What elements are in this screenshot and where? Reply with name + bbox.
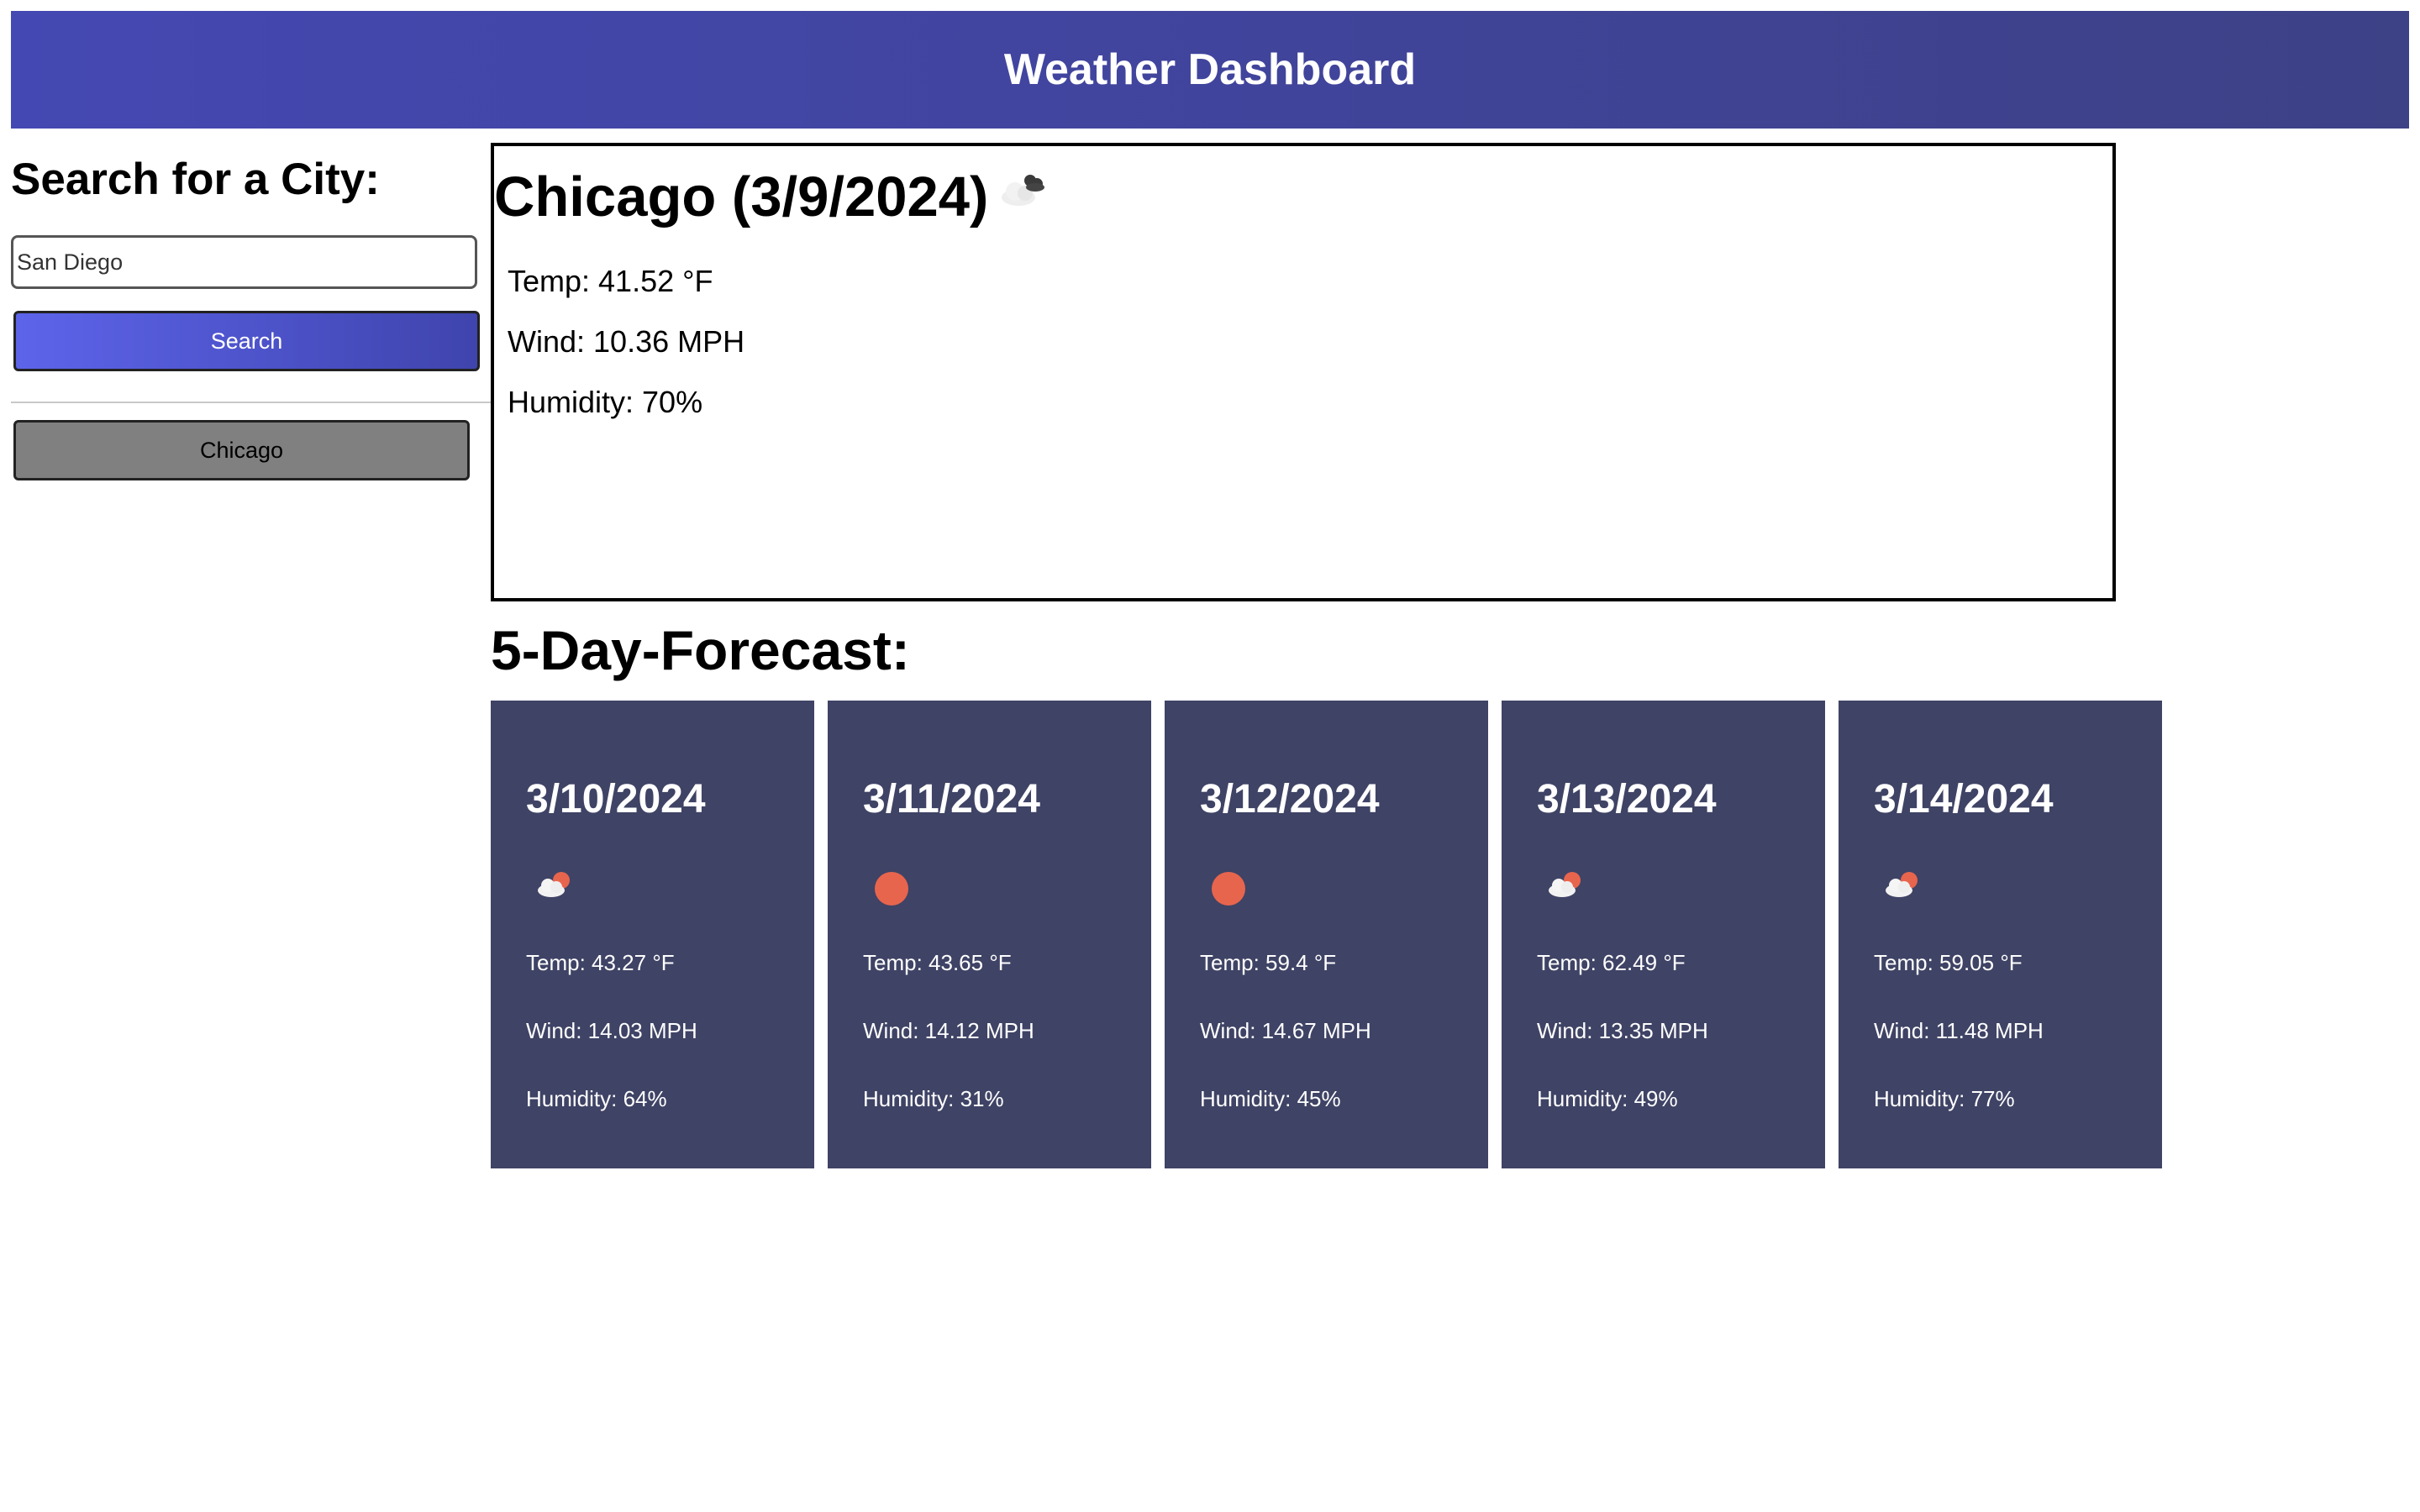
forecast-temp: Temp: 62.49 °F	[1537, 950, 1686, 975]
forecast-wind: Wind: 14.67 MPH	[1200, 1018, 1371, 1043]
forecast-temp: Temp: 43.65 °F	[863, 950, 1012, 975]
forecast-card: 3/13/2024 Temp: 62.49 °F Wind: 13.35 MPH…	[1502, 701, 1825, 1168]
search-button[interactable]: Search	[13, 311, 480, 371]
page-header: Weather Dashboard	[11, 11, 2409, 129]
search-heading: Search for a City:	[11, 155, 380, 204]
few-clouds-icon	[1882, 869, 1923, 906]
forecast-wind: Wind: 11.48 MPH	[1874, 1018, 2044, 1043]
forecast-card: 3/11/2024 Temp: 43.65 °F Wind: 14.12 MPH…	[828, 701, 1151, 1168]
broken-clouds-icon	[997, 158, 1050, 223]
current-weather-panel: Chicago (3/9/2024) Temp: 41.52 °F Wind: …	[491, 143, 2116, 601]
forecast-humidity: Humidity: 64%	[526, 1086, 667, 1111]
forecast-humidity: Humidity: 45%	[1200, 1086, 1341, 1111]
forecast-card: 3/12/2024 Temp: 59.4 °F Wind: 14.67 MPH …	[1165, 701, 1488, 1168]
forecast-temp: Temp: 59.4 °F	[1200, 950, 1337, 975]
forecast-date: 3/14/2024	[1874, 777, 2054, 822]
current-weather-title-row: Chicago (3/9/2024)	[494, 165, 1050, 229]
divider	[11, 402, 494, 403]
few-clouds-icon	[534, 869, 575, 906]
few-clouds-icon	[1545, 869, 1586, 906]
forecast-wind: Wind: 14.12 MPH	[863, 1018, 1034, 1043]
forecast-date: 3/12/2024	[1200, 777, 1380, 822]
clear-sky-icon	[1208, 869, 1249, 913]
current-wind: Wind: 10.36 MPH	[508, 324, 745, 359]
current-temp: Temp: 41.52 °F	[508, 264, 713, 298]
forecast-date: 3/11/2024	[863, 777, 1040, 822]
forecast-temp: Temp: 43.27 °F	[526, 950, 675, 975]
forecast-wind: Wind: 14.03 MPH	[526, 1018, 697, 1043]
forecast-heading: 5-Day-Forecast:	[491, 619, 910, 681]
forecast-humidity: Humidity: 49%	[1537, 1086, 1678, 1111]
current-city-title: Chicago (3/9/2024)	[494, 165, 989, 228]
clear-sky-icon	[871, 869, 912, 913]
forecast-card: 3/10/2024 Temp: 43.27 °F Wind: 14.03 MPH…	[491, 701, 814, 1168]
forecast-humidity: Humidity: 77%	[1874, 1086, 2015, 1111]
forecast-date: 3/13/2024	[1537, 777, 1717, 822]
page-title: Weather Dashboard	[1003, 45, 1417, 94]
forecast-temp: Temp: 59.05 °F	[1874, 950, 2023, 975]
forecast-wind: Wind: 13.35 MPH	[1537, 1018, 1708, 1043]
forecast-date: 3/10/2024	[526, 777, 706, 822]
forecast-card: 3/14/2024 Temp: 59.05 °F Wind: 11.48 MPH…	[1839, 701, 2162, 1168]
city-search-input[interactable]	[11, 235, 477, 289]
forecast-humidity: Humidity: 31%	[863, 1086, 1004, 1111]
history-button-chicago[interactable]: Chicago	[13, 420, 470, 480]
current-humidity: Humidity: 70%	[508, 385, 703, 419]
